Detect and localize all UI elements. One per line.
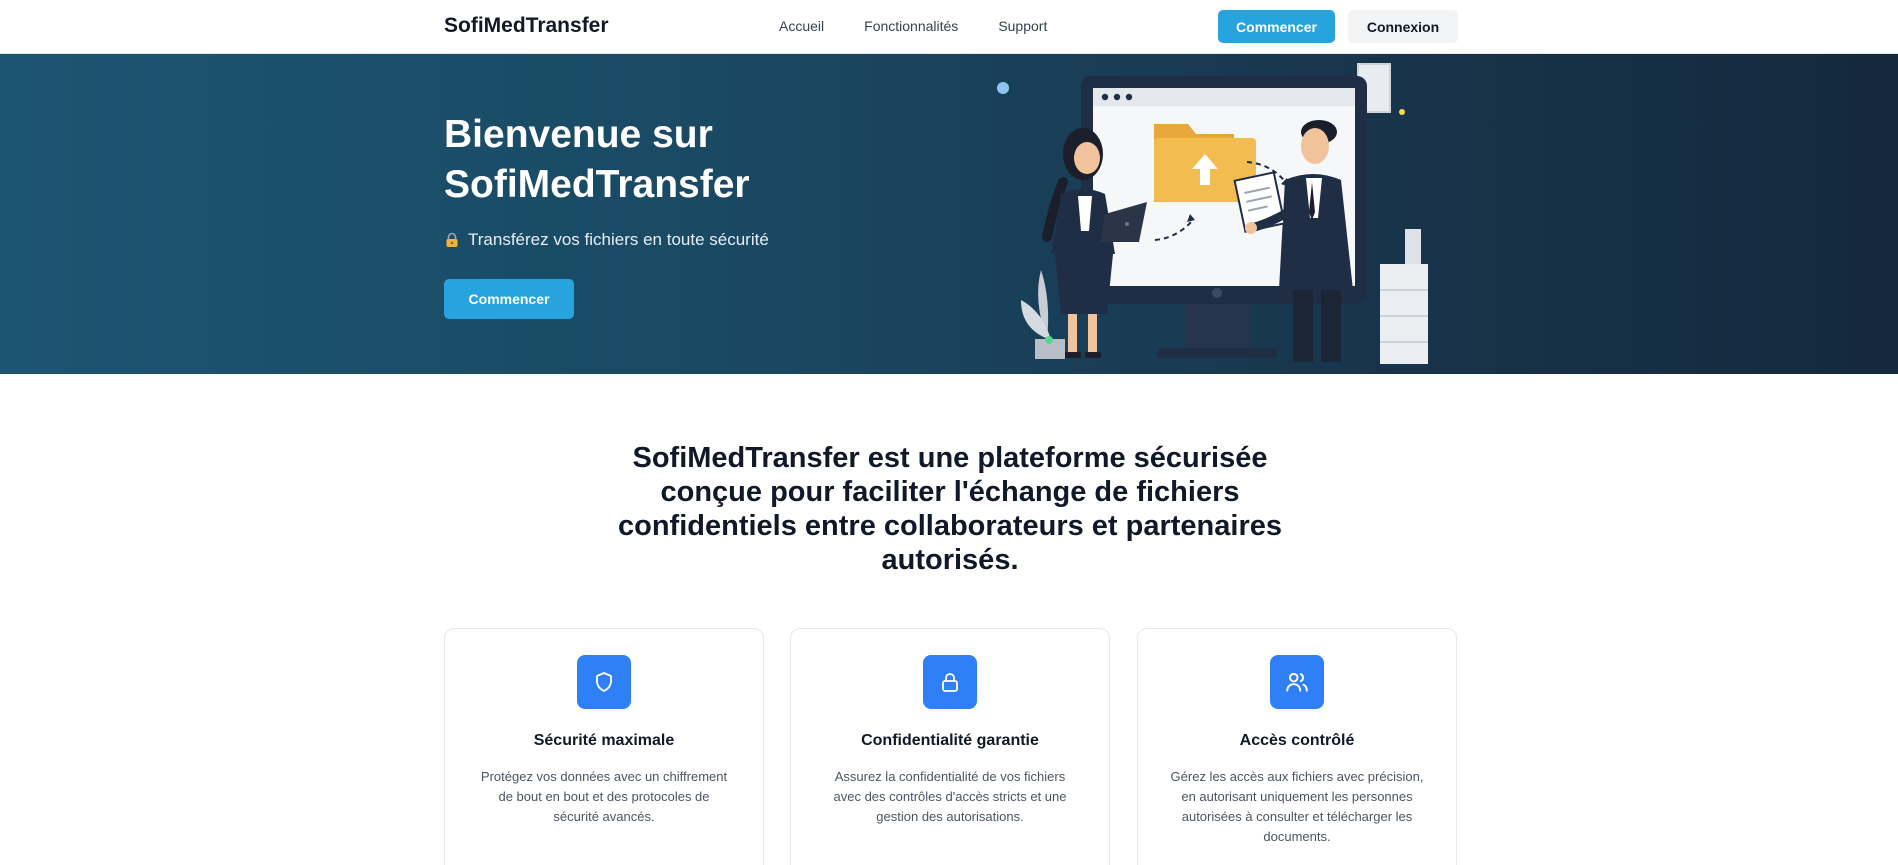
login-button[interactable]: Connexion xyxy=(1348,10,1458,43)
feature-description: Assurez la confidentialité de vos fichie… xyxy=(833,769,1067,824)
hero-illustration xyxy=(997,63,1428,364)
hero-title: Bienvenue sur SofiMedTransfer xyxy=(444,113,750,206)
card-icon-box xyxy=(577,655,631,709)
feature-title: Sécurité maximale xyxy=(533,732,675,749)
intro-statement: SofiMedTransfer est une plateforme sécur… xyxy=(618,442,1282,576)
hero-subtitle-row: Transférez vos fichiers en toute sécurit… xyxy=(444,230,769,250)
lock-icon xyxy=(942,673,958,692)
feature-title: Confidentialité garantie xyxy=(861,732,1039,749)
feature-card-access: Accès contrôlé Gérez les accès aux fichi… xyxy=(1137,628,1457,865)
hero-section: Bienvenue sur SofiMedTransfer Transférez… xyxy=(0,54,1898,374)
hero-subtitle: Transférez vos fichiers en toute sécurit… xyxy=(468,230,769,249)
top-navbar: SofiMedTransfer Accueil Fonctionnalités … xyxy=(0,0,1898,54)
nav-start-button[interactable]: Commencer xyxy=(1218,10,1335,43)
nav-links: Accueil Fonctionnalités Support xyxy=(779,18,1047,34)
nav-link-fonctionnalites[interactable]: Fonctionnalités xyxy=(864,18,958,34)
brand-logo[interactable]: SofiMedTransfer xyxy=(444,14,609,38)
users-icon xyxy=(1286,672,1308,692)
nav-link-accueil[interactable]: Accueil xyxy=(779,18,824,34)
feature-card-security: Sécurité maximale Protégez vos données a… xyxy=(444,628,764,865)
feature-title: Accès contrôlé xyxy=(1239,732,1355,749)
feature-description: Protégez vos données avec un chiffrement… xyxy=(480,769,728,824)
hero-start-button[interactable]: Commencer xyxy=(444,279,574,319)
shield-icon xyxy=(596,672,612,692)
lock-icon xyxy=(446,232,458,247)
card-icon-box xyxy=(1270,655,1324,709)
feature-description: Gérez les accès aux fichiers avec précis… xyxy=(1170,769,1424,844)
feature-card-confidentiality: Confidentialité garantie Assurez la conf… xyxy=(790,628,1110,865)
nav-link-support[interactable]: Support xyxy=(998,18,1047,34)
card-icon-box xyxy=(923,655,977,709)
